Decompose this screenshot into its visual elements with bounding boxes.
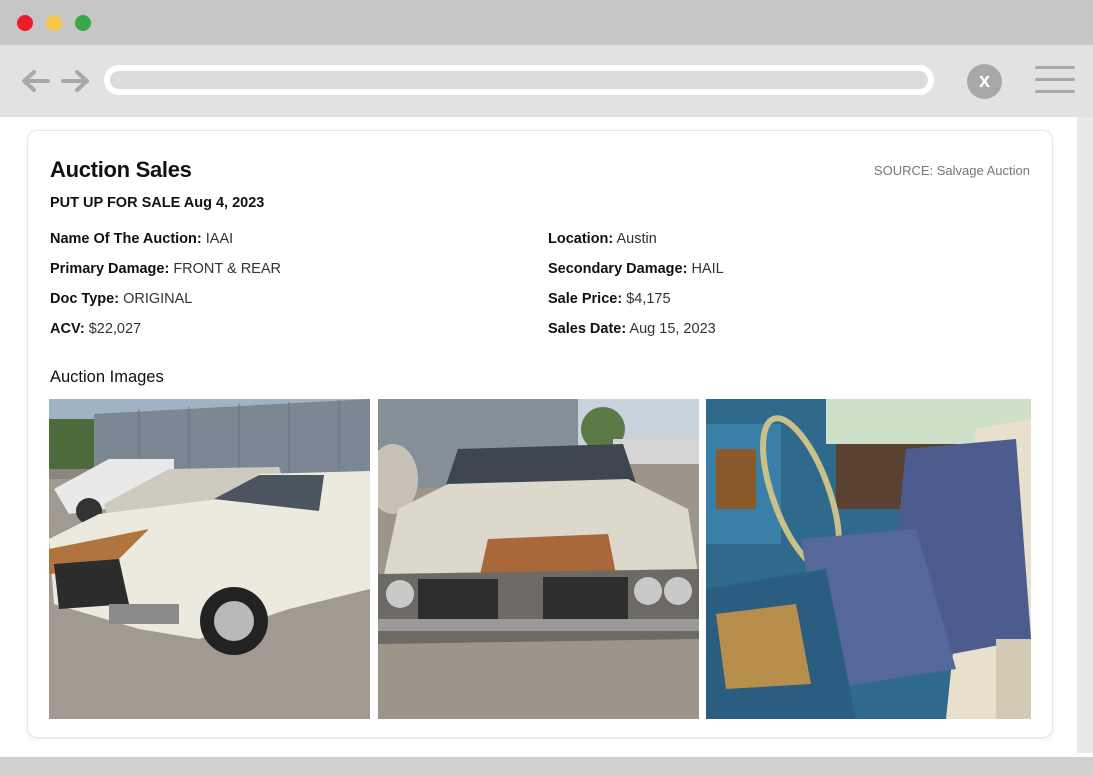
card-title: Auction Sales — [50, 157, 192, 182]
field-location: Location: Austin — [548, 231, 657, 247]
auction-sales-card: Auction Sales SOURCE: Salvage Auction PU… — [28, 131, 1052, 737]
auction-images-title: Auction Images — [50, 368, 164, 386]
close-icon[interactable]: x — [967, 64, 1002, 99]
field-sale-price: Sale Price: $4,175 — [548, 291, 671, 307]
auction-image-2[interactable] — [378, 399, 699, 719]
source-label: SOURCE: Salvage Auction — [873, 163, 1030, 178]
field-auction-name: Name Of The Auction: IAAI — [50, 231, 234, 247]
close-glyph: x — [978, 70, 991, 92]
page-viewport: Auction Sales SOURCE: Salvage Auction PU… — [0, 117, 1093, 757]
field-secondary-damage: Secondary Damage: HAIL — [548, 261, 724, 277]
put-up-for-sale: PUT UP FOR SALE Aug 4, 2023 — [50, 195, 265, 211]
auction-image-1[interactable] — [49, 399, 370, 719]
field-sales-date: Sales Date: Aug 15, 2023 — [548, 321, 716, 337]
field-primary-damage: Primary Damage: FRONT & REAR — [50, 261, 282, 277]
field-acv: ACV: $22,027 — [50, 321, 142, 337]
field-doc-type: Doc Type: ORIGINAL — [50, 291, 193, 307]
arrow-left-icon[interactable] — [20, 69, 50, 93]
window-titlebar — [0, 0, 1093, 45]
address-bar-field[interactable] — [110, 71, 928, 89]
scrollbar[interactable] — [1077, 117, 1093, 753]
window-close-dot[interactable] — [17, 15, 33, 31]
arrow-right-icon[interactable] — [61, 69, 91, 93]
window-maximize-dot[interactable] — [75, 15, 91, 31]
hamburger-icon[interactable] — [1035, 66, 1075, 96]
address-bar[interactable] — [104, 65, 934, 95]
window-minimize-dot[interactable] — [46, 15, 62, 31]
window-bottom-bar — [0, 757, 1093, 775]
browser-toolbar: x — [0, 45, 1093, 117]
auction-image-3[interactable] — [706, 399, 1031, 719]
